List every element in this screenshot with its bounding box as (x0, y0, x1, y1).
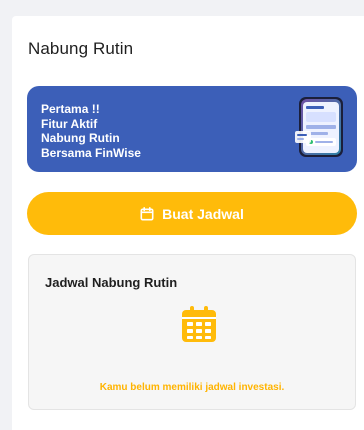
nabung-rutin-card: Nabung Rutin Pertama !! Fitur Aktif Nabu… (12, 16, 364, 430)
schedule-panel: Jadwal Nabung Rutin Kamu belum memiliki … (28, 254, 356, 410)
promo-line-2: Fitur Aktif (41, 116, 98, 131)
schedule-title: Jadwal Nabung Rutin (45, 275, 178, 290)
phone-illustration-icon (295, 97, 343, 157)
promo-text: Pertama !! Fitur Aktif Nabung Rutin Bers… (41, 102, 141, 160)
promo-banner[interactable]: Pertama !! Fitur Aktif Nabung Rutin Bers… (27, 86, 357, 172)
promo-line-3: Nabung Rutin (41, 131, 120, 145)
empty-state-text: Kamu belum memiliki jadwal investasi. (99, 382, 285, 393)
create-schedule-label: Buat Jadwal (162, 205, 244, 222)
promo-line-1: Pertama !! (41, 102, 100, 116)
promo-line-4: Bersama FinWise (41, 145, 141, 160)
create-schedule-button[interactable]: Buat Jadwal (27, 192, 357, 235)
section-title: Nabung Rutin (28, 39, 134, 58)
calendar-icon (140, 206, 154, 220)
calendar-grid-icon (182, 306, 216, 342)
